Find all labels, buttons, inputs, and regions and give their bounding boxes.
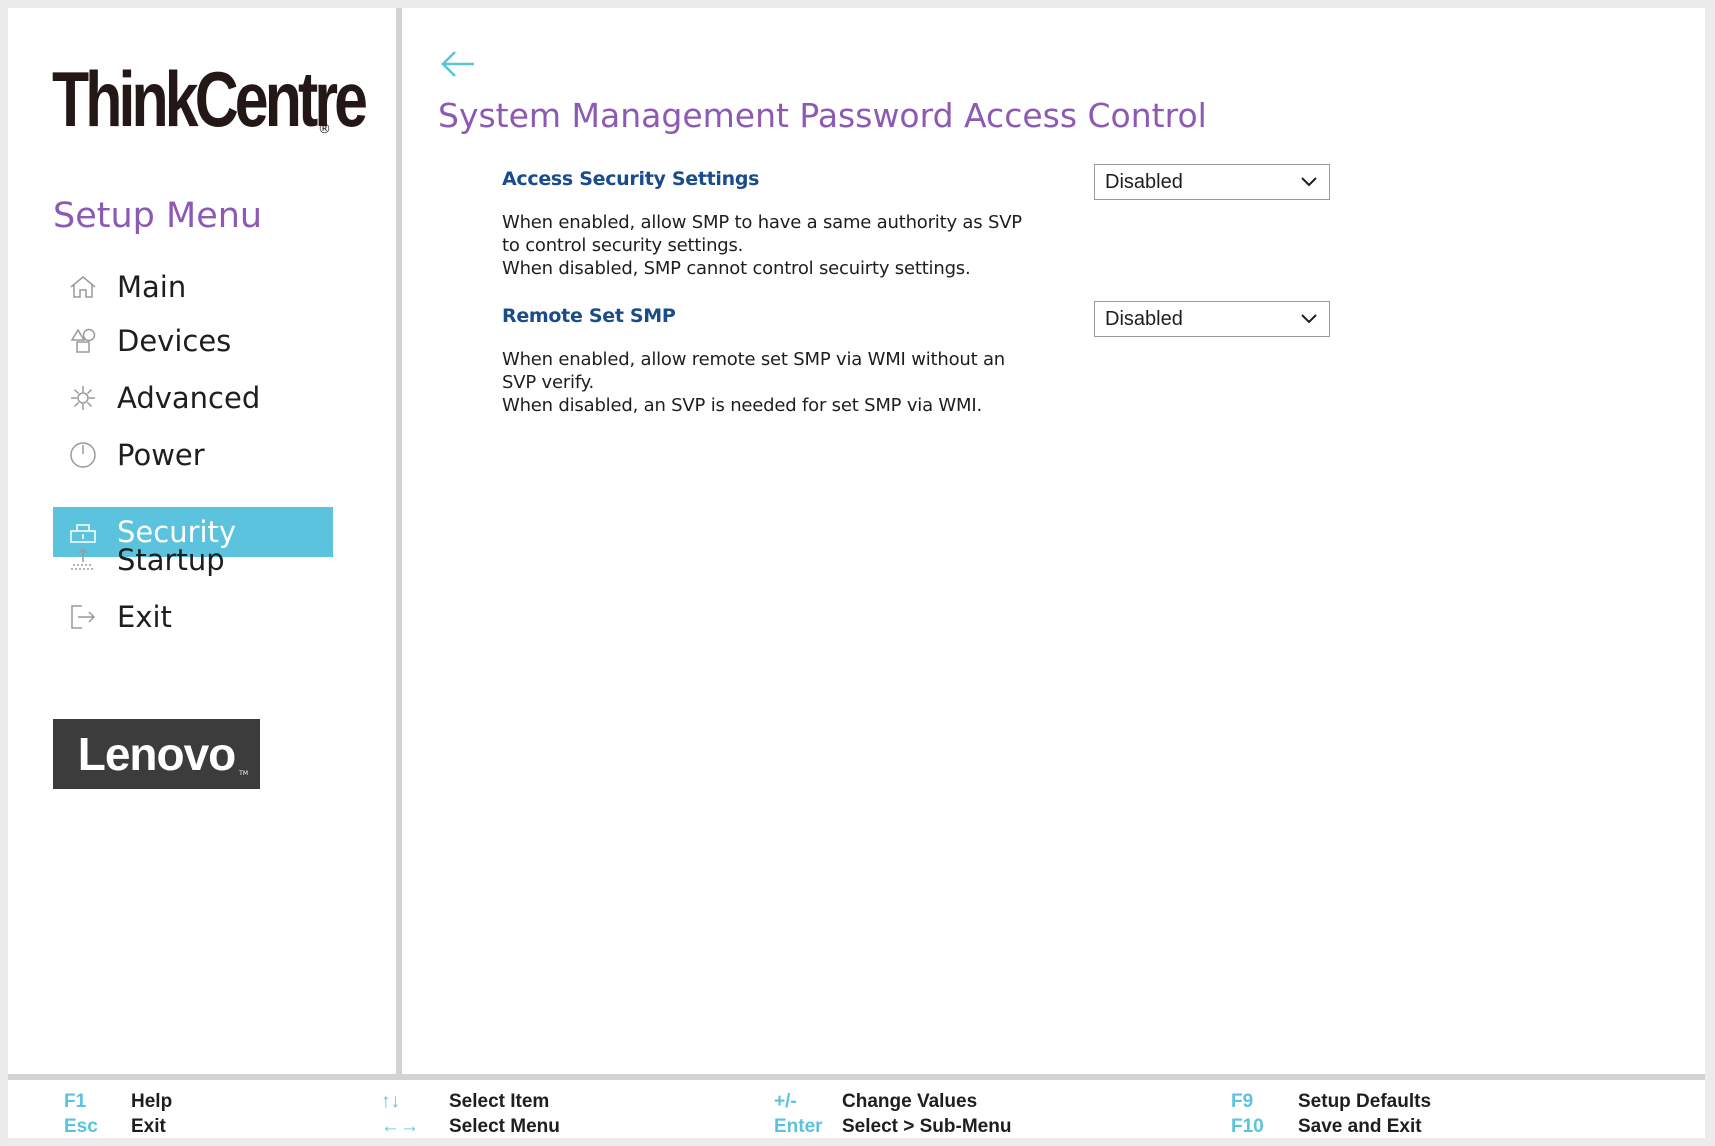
f1-help-label: Help: [131, 1091, 173, 1112]
setup-defaults-label: Setup Defaults: [1298, 1091, 1432, 1112]
f1-key: F1: [64, 1091, 87, 1112]
remote-set-smp-description: When enabled, allow remote set SMP via W…: [502, 348, 1042, 417]
brand-registered-mark: ®: [318, 122, 331, 137]
back-button[interactable]: [438, 44, 478, 84]
select-menu-label: Select Menu: [449, 1116, 560, 1137]
description-line: When disabled, an SVP is needed for set …: [502, 395, 982, 416]
select-submenu-label: Select > Sub-Menu: [842, 1116, 1012, 1137]
chevron-down-icon: [1301, 314, 1317, 324]
up-down-arrows-key: ↑↓: [381, 1091, 400, 1112]
remote-set-smp-select[interactable]: Disabled: [1094, 301, 1330, 337]
bios-screen: ThinkCentre ® Setup Menu Main Devices Ad…: [8, 8, 1705, 1138]
back-arrow-icon: [441, 51, 474, 77]
plus-minus-key: +/-: [774, 1091, 797, 1112]
description-line: When disabled, SMP cannot control secuir…: [502, 258, 971, 279]
lenovo-logo: Lenovo TM: [53, 719, 260, 789]
sidebar-item-label: Devices: [117, 324, 232, 358]
remote-set-smp-label: Remote Set SMP: [502, 305, 676, 327]
key-legend: F1 Help Esc Exit ↑↓ Select Item ←→ Selec…: [8, 1080, 1705, 1138]
home-icon: [65, 269, 101, 305]
f10-key: F10: [1231, 1116, 1264, 1137]
dropdown-value: Disabled: [1105, 170, 1183, 193]
power-icon: [65, 437, 101, 473]
select-item-label: Select Item: [449, 1091, 550, 1112]
advanced-icon: [65, 380, 101, 416]
lenovo-logo-text: Lenovo: [77, 728, 237, 780]
dropdown-value: Disabled: [1105, 307, 1183, 330]
access-security-settings-label: Access Security Settings: [502, 168, 760, 190]
chevron-down-icon: [1301, 177, 1317, 187]
esc-exit-label: Exit: [131, 1116, 166, 1137]
left-right-arrows-key: ←→: [381, 1116, 419, 1137]
f9-key: F9: [1231, 1091, 1254, 1112]
sidebar-item-advanced[interactable]: Advanced: [53, 373, 333, 423]
startup-icon: [65, 542, 101, 578]
exit-icon: [65, 599, 101, 635]
access-security-settings-select[interactable]: Disabled: [1094, 164, 1330, 200]
sidebar-item-label: Startup: [117, 543, 225, 577]
esc-key: Esc: [64, 1116, 98, 1137]
enter-key: Enter: [774, 1116, 823, 1137]
description-line: to control security settings.: [502, 235, 744, 256]
sidebar-item-devices[interactable]: Devices: [53, 316, 333, 366]
change-values-label: Change Values: [842, 1091, 978, 1112]
access-security-settings-description: When enabled, allow SMP to have a same a…: [502, 211, 1042, 280]
sidebar-item-label: Main: [117, 270, 187, 304]
description-line: When enabled, allow remote set SMP via W…: [502, 349, 1006, 370]
save-and-exit-label: Save and Exit: [1298, 1116, 1422, 1137]
thinkcentre-logo: ThinkCentre ®: [52, 54, 452, 144]
sidebar-item-startup[interactable]: Startup: [53, 535, 333, 585]
sidebar-item-label: Advanced: [117, 381, 261, 415]
page-title: System Management Password Access Contro…: [438, 96, 1207, 135]
lenovo-trademark: TM: [239, 770, 248, 777]
setup-menu-title: Setup Menu: [53, 196, 263, 236]
sidebar-item-power[interactable]: Power: [53, 430, 333, 480]
main-panel: System Management Password Access Contro…: [402, 8, 1705, 1074]
sidebar: ThinkCentre ® Setup Menu Main Devices Ad…: [8, 8, 396, 1074]
sidebar-item-label: Exit: [117, 600, 172, 634]
devices-icon: [65, 323, 101, 359]
description-line: SVP verify.: [502, 372, 595, 393]
sidebar-item-label: Power: [117, 438, 205, 472]
description-line: When enabled, allow SMP to have a same a…: [502, 212, 1022, 233]
sidebar-item-main[interactable]: Main: [53, 262, 333, 312]
sidebar-item-exit[interactable]: Exit: [53, 592, 333, 642]
